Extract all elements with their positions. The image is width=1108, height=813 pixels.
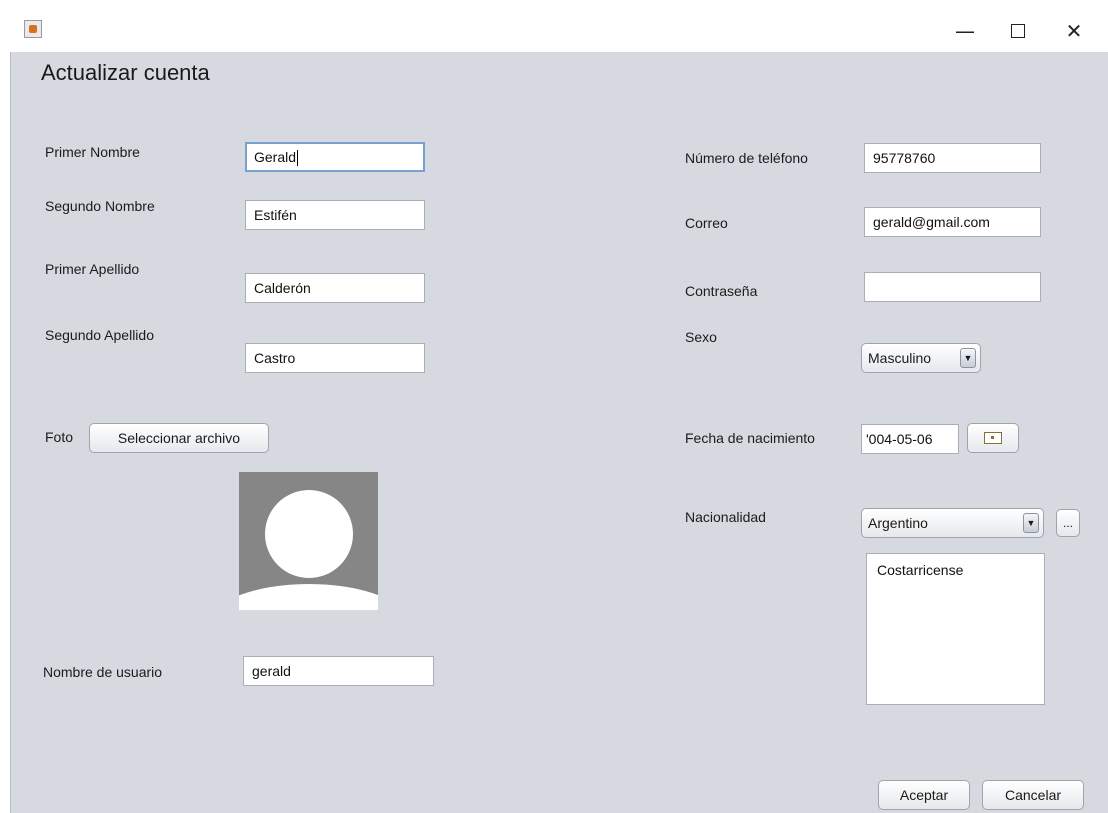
- chevron-down-icon: ▼: [1023, 513, 1039, 533]
- accept-button[interactable]: Aceptar: [878, 780, 970, 810]
- segundo-nombre-input[interactable]: Estifén: [245, 200, 425, 230]
- correo-input[interactable]: gerald@gmail.com: [864, 207, 1041, 237]
- segundo-nombre-label: Segundo Nombre: [45, 198, 155, 214]
- foto-label: Foto: [45, 429, 74, 445]
- minimize-button[interactable]: —: [942, 10, 988, 52]
- contrasena-label: Contraseña: [685, 283, 758, 299]
- primer-apellido-input[interactable]: Calderón: [245, 273, 425, 303]
- form-window: Actualizar cuenta Primer Nombre Gerald S…: [10, 52, 1108, 813]
- primer-apellido-label: Primer Apellido: [45, 261, 140, 277]
- avatar-placeholder-image: [239, 472, 378, 610]
- telefono-input[interactable]: 95778760: [864, 143, 1041, 173]
- cancel-button[interactable]: Cancelar: [982, 780, 1084, 810]
- primer-nombre-label: Primer Nombre: [45, 144, 140, 160]
- avatar-body: [239, 584, 378, 610]
- select-file-button[interactable]: Seleccionar archivo: [89, 423, 269, 453]
- sexo-dropdown[interactable]: Masculino ▼: [861, 343, 981, 373]
- correo-label: Correo: [685, 215, 728, 231]
- chevron-down-icon: ▼: [960, 348, 976, 368]
- primer-nombre-value: Gerald: [254, 149, 297, 165]
- sexo-label: Sexo: [685, 329, 717, 345]
- sexo-selected: Masculino: [868, 350, 932, 366]
- contrasena-input[interactable]: [864, 272, 1041, 302]
- nacionalidad-list[interactable]: Costarricense: [866, 553, 1045, 705]
- segundo-apellido-label: Segundo Apellido: [45, 327, 154, 343]
- usuario-label: Nombre de usuario: [43, 664, 163, 680]
- usuario-input[interactable]: gerald: [243, 656, 434, 686]
- maximize-button[interactable]: [995, 10, 1041, 52]
- app-icon[interactable]: [24, 20, 42, 38]
- page-title: Actualizar cuenta: [41, 60, 210, 85]
- maximize-icon: [1011, 24, 1025, 38]
- nacionalidad-selected: Argentino: [868, 515, 928, 531]
- avatar-head: [265, 490, 353, 578]
- telefono-label: Número de teléfono: [685, 150, 808, 166]
- nacionalidad-dropdown[interactable]: Argentino ▼: [861, 508, 1044, 538]
- primer-nombre-input[interactable]: Gerald: [245, 142, 425, 172]
- more-nationalities-button[interactable]: ...: [1056, 509, 1080, 537]
- text-caret: [297, 150, 299, 167]
- segundo-apellido-input[interactable]: Castro: [245, 343, 425, 373]
- fecha-input[interactable]: '004-05-06: [861, 424, 959, 454]
- calendar-button[interactable]: [967, 423, 1019, 453]
- list-item[interactable]: Costarricense: [867, 554, 1044, 586]
- fecha-label: Fecha de nacimiento: [685, 430, 815, 446]
- title-bar: — ✕: [10, 10, 1108, 52]
- nacionalidad-label: Nacionalidad: [685, 509, 766, 525]
- close-button[interactable]: ✕: [1051, 10, 1097, 52]
- calendar-icon: [984, 432, 1002, 444]
